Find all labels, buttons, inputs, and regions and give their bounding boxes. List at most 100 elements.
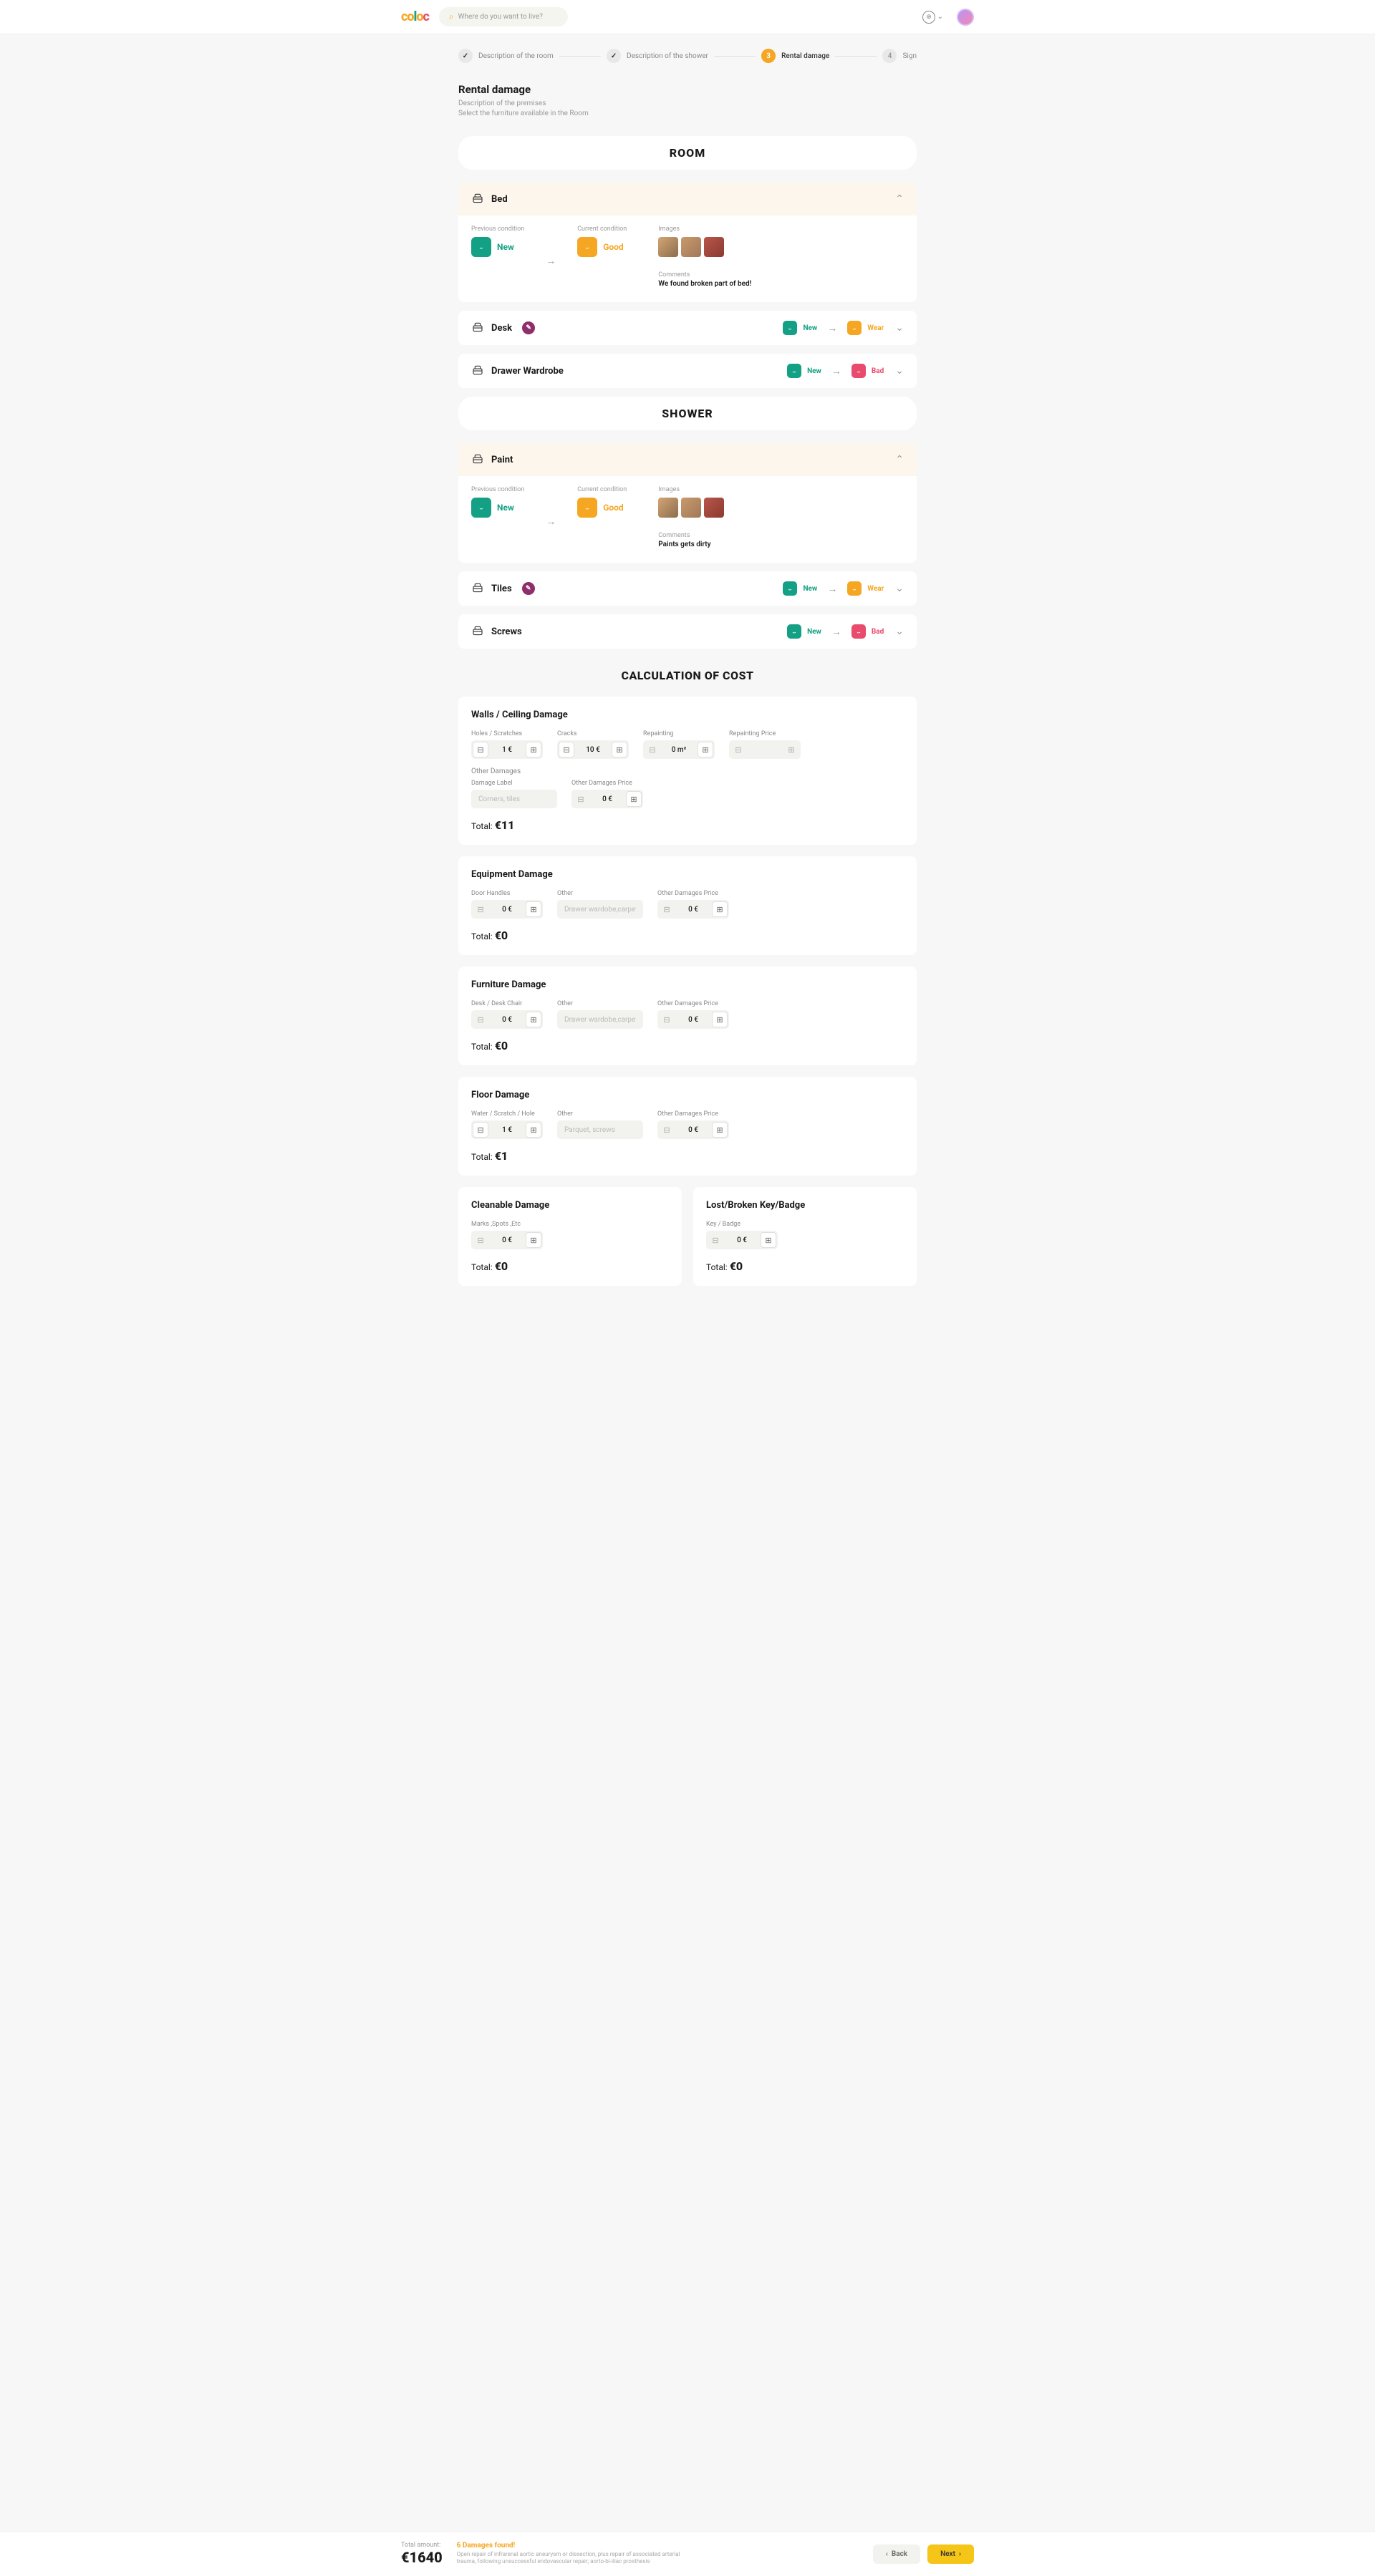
plus-button[interactable]: ⊞ bbox=[712, 901, 728, 917]
stepper-input[interactable]: ⊟ 1 € ⊞ bbox=[471, 740, 543, 759]
field-label: Other bbox=[557, 1000, 643, 1007]
field-label: Cracks bbox=[557, 730, 629, 737]
image-thumb[interactable] bbox=[658, 498, 678, 518]
calc-heading: CALCULATION OF COST bbox=[458, 669, 917, 682]
chevron-up-icon: ⌃ bbox=[895, 193, 904, 205]
total-label: Total: bbox=[471, 931, 495, 941]
avatar[interactable] bbox=[957, 9, 974, 26]
stepper-input[interactable]: ⊟ 0 € ⊞ bbox=[471, 1010, 543, 1029]
step-3[interactable]: 4Sign bbox=[882, 49, 917, 63]
plus-button[interactable]: ⊞ bbox=[698, 742, 713, 757]
card-header[interactable]: Screws New → Bad ⌄ bbox=[458, 614, 917, 649]
image-thumb[interactable] bbox=[658, 237, 678, 257]
comment-text: We found broken part of bed! bbox=[658, 280, 751, 288]
stepper-input[interactable]: ⊟ 1 € ⊞ bbox=[471, 1120, 543, 1139]
cost-section: Furniture Damage Desk / Desk Chair ⊟ 0 €… bbox=[458, 967, 917, 1065]
plus-button[interactable]: ⊞ bbox=[526, 742, 541, 757]
prev-badge bbox=[787, 624, 801, 639]
logo[interactable]: coloc bbox=[401, 9, 429, 24]
cost-section: Equipment Damage Door Handles ⊟ 0 € ⊞ Ot… bbox=[458, 856, 917, 955]
stepper-input[interactable]: ⊟ 0 € ⊞ bbox=[571, 790, 643, 808]
item-name: Tiles bbox=[491, 584, 512, 594]
shower-heading: SHOWER bbox=[458, 397, 917, 430]
stepper-value: 1 € bbox=[490, 1126, 524, 1134]
step-2[interactable]: 3Rental damage bbox=[761, 49, 829, 63]
furniture-card: Bed ⌃ Previous condition New → Current c… bbox=[458, 183, 917, 302]
card-header[interactable]: Bed ⌃ bbox=[458, 183, 917, 216]
search-input[interactable]: Where do you want to live? bbox=[439, 7, 568, 26]
prev-badge bbox=[787, 364, 801, 378]
text-input[interactable] bbox=[557, 1120, 643, 1139]
item-name: Screws bbox=[491, 626, 522, 637]
plus-button[interactable]: ⊞ bbox=[712, 1012, 728, 1027]
chevron-right-icon: › bbox=[959, 2550, 961, 2558]
furniture-icon bbox=[471, 453, 484, 466]
item-name: Desk bbox=[491, 323, 512, 334]
edit-chip-icon[interactable]: ✎ bbox=[522, 321, 535, 334]
stepper-input[interactable]: ⊟ ⊞ bbox=[729, 740, 801, 759]
total-label: Total: bbox=[471, 1042, 495, 1052]
stepper-input[interactable]: ⊟ 0 € ⊞ bbox=[471, 1231, 543, 1249]
item-name: Drawer Wardrobe bbox=[491, 366, 564, 377]
back-button[interactable]: ‹Back bbox=[873, 2544, 920, 2564]
image-thumb[interactable] bbox=[681, 498, 701, 518]
card-header[interactable]: Paint ⌃ bbox=[458, 443, 917, 476]
total-amount: €1640 bbox=[401, 2549, 443, 2566]
next-button[interactable]: Next› bbox=[927, 2544, 974, 2564]
plus-button[interactable]: ⊞ bbox=[626, 791, 642, 807]
plus-button[interactable]: ⊞ bbox=[761, 1232, 776, 1248]
furniture-card: Paint ⌃ Previous condition New → Current… bbox=[458, 443, 917, 563]
text-input[interactable] bbox=[557, 900, 643, 919]
app-header: coloc Where do you want to live? ⊕ bbox=[0, 0, 1375, 34]
minus-button: ⊟ bbox=[659, 1122, 675, 1138]
stepper-input[interactable]: ⊟ 0 € ⊞ bbox=[657, 1010, 729, 1029]
minus-button[interactable]: ⊟ bbox=[473, 1122, 488, 1138]
page-subtitle: Description of the premisesSelect the fu… bbox=[458, 99, 917, 119]
plus-button[interactable]: ⊞ bbox=[526, 901, 541, 917]
cost-title: Furniture Damage bbox=[471, 979, 904, 990]
prev-badge bbox=[471, 237, 491, 257]
step-0[interactable]: ✓Description of the room bbox=[458, 49, 554, 63]
edit-chip-icon[interactable]: ✎ bbox=[522, 582, 535, 595]
card-header[interactable]: Tiles✎ New → Wear ⌄ bbox=[458, 571, 917, 606]
image-thumb[interactable] bbox=[704, 237, 724, 257]
plus-button[interactable]: ⊞ bbox=[526, 1122, 541, 1138]
page-title: Rental damage bbox=[458, 83, 917, 96]
total-label: Total: bbox=[471, 1152, 495, 1162]
plus-button[interactable]: ⊞ bbox=[526, 1232, 541, 1248]
stepper-input[interactable]: ⊟ 0 € ⊞ bbox=[706, 1231, 778, 1249]
plus-button[interactable]: ⊞ bbox=[712, 1122, 728, 1138]
minus-button[interactable]: ⊟ bbox=[559, 742, 574, 757]
damage-count: 6 Damages found! bbox=[457, 2542, 686, 2550]
card-header[interactable]: Desk✎ New → Wear ⌄ bbox=[458, 311, 917, 345]
image-thumb[interactable] bbox=[704, 498, 724, 518]
field-label: Other Damages Price bbox=[571, 780, 643, 787]
stepper-input[interactable]: ⊟ 0 € ⊞ bbox=[657, 1120, 729, 1139]
stepper-input[interactable]: ⊟ 0 € ⊞ bbox=[471, 900, 543, 919]
minus-button: ⊟ bbox=[730, 742, 746, 757]
curr-badge bbox=[851, 364, 866, 378]
footer-bar: Total amount: €1640 6 Damages found! Ope… bbox=[0, 2531, 1375, 2576]
image-thumb[interactable] bbox=[681, 237, 701, 257]
step-1[interactable]: ✓Description of the shower bbox=[607, 49, 708, 63]
stepper-value: 0 € bbox=[676, 906, 710, 914]
room-heading: ROOM bbox=[458, 136, 917, 170]
text-input[interactable] bbox=[471, 790, 557, 808]
arrow-icon: → bbox=[546, 515, 556, 528]
globe-icon[interactable]: ⊕ bbox=[922, 11, 935, 24]
stepper-input[interactable]: ⊟ 10 € ⊞ bbox=[557, 740, 629, 759]
furniture-icon bbox=[471, 582, 484, 595]
plus-button[interactable]: ⊞ bbox=[612, 742, 627, 757]
chevron-down-icon: ⌄ bbox=[895, 365, 904, 377]
furniture-card: Desk✎ New → Wear ⌄ bbox=[458, 311, 917, 345]
field-label: Other Damages Price bbox=[657, 890, 729, 897]
card-header[interactable]: Drawer Wardrobe New → Bad ⌄ bbox=[458, 354, 917, 388]
cost-title: Lost/Broken Key/Badge bbox=[706, 1200, 904, 1211]
stepper-input[interactable]: ⊟ 0 € ⊞ bbox=[657, 900, 729, 919]
plus-button[interactable]: ⊞ bbox=[526, 1012, 541, 1027]
chevron-down-icon: ⌄ bbox=[895, 322, 904, 334]
text-input[interactable] bbox=[557, 1010, 643, 1029]
minus-button[interactable]: ⊟ bbox=[473, 742, 488, 757]
furniture-card: Tiles✎ New → Wear ⌄ bbox=[458, 571, 917, 606]
stepper-input[interactable]: ⊟ 0 m² ⊞ bbox=[643, 740, 715, 759]
